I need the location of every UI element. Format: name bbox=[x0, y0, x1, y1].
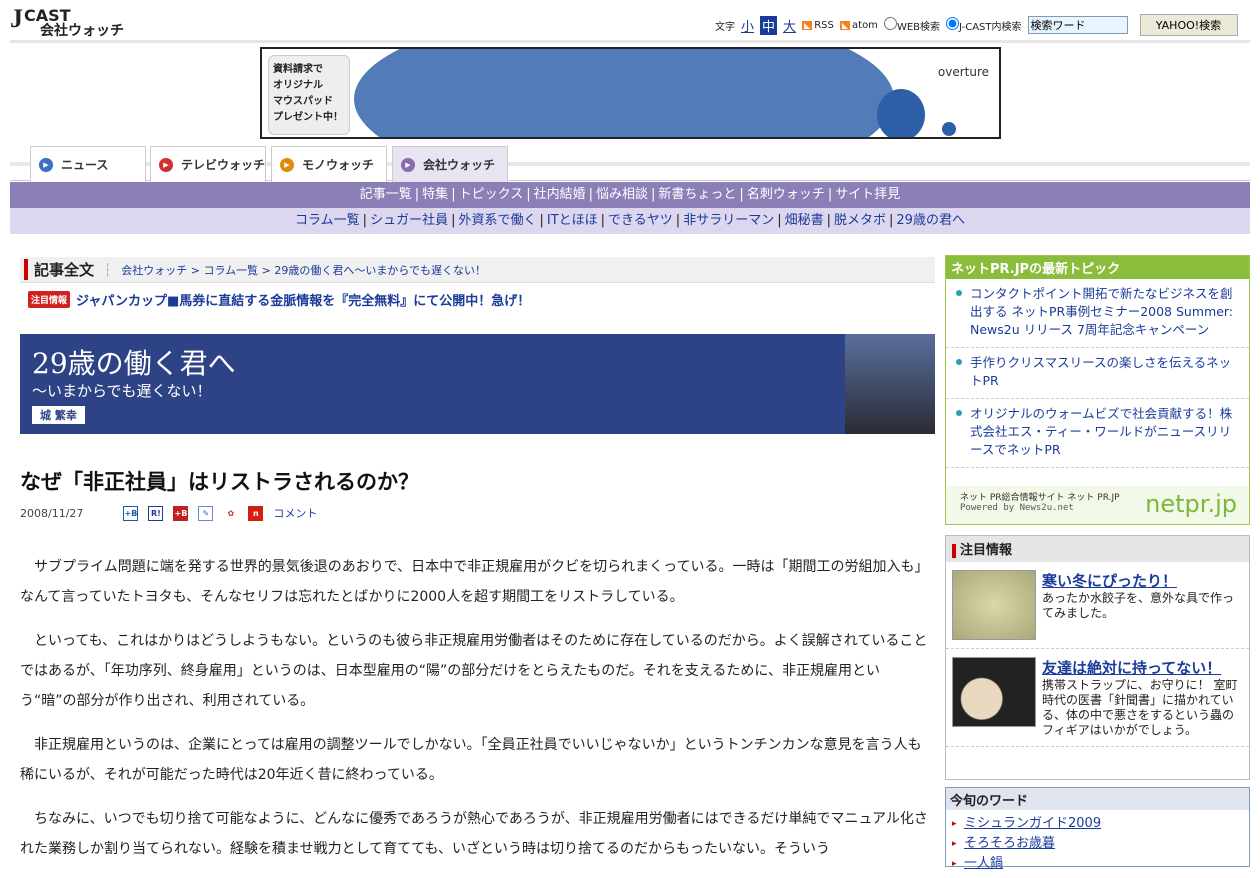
section-title: 記事全文 bbox=[24, 259, 94, 280]
paragraph: ちなみに、いつでも切り捨て可能なように、どんなに優秀であろうが熱心であろうが、非… bbox=[20, 811, 928, 857]
paragraph: サブプライム問題に端を発する世界的景気後退のあおりで、日本中で非正規雇用がクビを… bbox=[20, 559, 929, 605]
share-icon[interactable]: ✿ bbox=[223, 506, 238, 521]
netpr-item[interactable]: オリジナルのウォームビズで社会貢献する！株式会社エス・ティー・ワールドがニュース… bbox=[946, 399, 1249, 468]
font-large[interactable]: 大 bbox=[783, 16, 796, 35]
hot-heading: 注目情報 bbox=[960, 543, 1013, 558]
nav-item[interactable]: 社内結婚 bbox=[531, 187, 589, 202]
rss-link[interactable]: ◣ RSS bbox=[802, 20, 834, 31]
play-icon: ▶ bbox=[401, 157, 415, 172]
font-size-label: 文字 bbox=[715, 21, 735, 33]
buzzurl-icon[interactable]: +B bbox=[123, 505, 139, 521]
paragraph: といっても、これはかりはどうしようもない。というのも彼ら非正規雇用労働者はそのた… bbox=[20, 633, 928, 709]
play-icon: ▶ bbox=[280, 157, 294, 172]
nav-item[interactable]: トピックス bbox=[456, 187, 527, 202]
tab-tv-watch[interactable]: ▶ テレビウォッチ bbox=[150, 146, 266, 182]
netpr-item[interactable]: 手作りクリスマスリースの楽しさを伝えるネットPR bbox=[946, 348, 1249, 399]
nav-item[interactable]: 外資系で働く bbox=[455, 213, 539, 228]
dumpling-thumbnail[interactable] bbox=[952, 570, 1036, 640]
site-tabs: ▶ ニュース ▶ テレビウォッチ ▶ モノウォッチ ▶ 会社ウォッチ bbox=[10, 146, 1250, 182]
play-icon: ▶ bbox=[159, 157, 173, 172]
trending-words: 今旬のワード ミシュランガイド2009 そろそろお歳暮 一人鍋 bbox=[945, 787, 1250, 874]
nav-item[interactable]: 悩み相談 bbox=[593, 187, 651, 202]
nav-item[interactable]: 脱メタボ bbox=[831, 213, 889, 228]
font-small[interactable]: 小 bbox=[741, 16, 754, 35]
jcast-search-radio[interactable]: J-CAST内検索 bbox=[946, 17, 1022, 33]
column-subtitle: ～いまからでも遅くない！ bbox=[32, 382, 212, 400]
netpr-footer[interactable]: ネット PR総合情報サイト ネット PR.JP Powered by News2… bbox=[946, 486, 1249, 524]
tab-kaisha-watch[interactable]: ▶ 会社ウォッチ bbox=[392, 146, 508, 182]
notice[interactable]: 注目情報 ジャパンカップ■馬券に直結する金脈情報を『完全無料』にて公開中！急げ！ bbox=[28, 290, 530, 309]
hot-item[interactable]: 寒い冬にぴったり！ あったか水餃子を、意外な具で作ってみました。 bbox=[946, 562, 1249, 649]
figure-thumbnail[interactable] bbox=[952, 657, 1036, 727]
hatena-icon[interactable]: +B bbox=[173, 505, 189, 521]
column-author: 城 繁幸 bbox=[32, 406, 85, 424]
hot-info: 注目情報 寒い冬にぴったり！ あったか水餃子を、意外な具で作ってみました。 友達は… bbox=[945, 535, 1250, 780]
ad-circle-small bbox=[942, 122, 956, 136]
rss-icon: ◣ bbox=[802, 20, 813, 30]
ad-text: 資料請求で オリジナル マウスパッド プレゼント中！ bbox=[268, 55, 350, 135]
atom-link[interactable]: ◣ atom bbox=[839, 20, 878, 31]
nav-item[interactable]: 特集 bbox=[419, 187, 451, 202]
author-photo bbox=[845, 334, 935, 434]
column-banner: 29歳の働く君へ ～いまからでも遅くない！ 城 繁幸 bbox=[20, 334, 935, 434]
notice-badge: 注目情報 bbox=[28, 291, 71, 308]
nav-item[interactable]: 29歳の君へ bbox=[893, 213, 968, 228]
pencil-icon[interactable]: ✎ bbox=[198, 505, 214, 521]
article-date: 2008/11/27 bbox=[20, 506, 84, 520]
paragraph: 非正規雇用というのは、企業にとっては雇用の調整ツールでしかない。「全員正社員でい… bbox=[20, 737, 922, 783]
nav-item[interactable]: 記事一覧 bbox=[357, 187, 415, 202]
netpr-topics: ネットPR.JPの最新トピック コンタクトポイント開拓で新たなビジネスを創出する… bbox=[945, 255, 1250, 525]
ad-banner[interactable]: 資料請求で オリジナル マウスパッド プレゼント中！ overture bbox=[260, 47, 1001, 139]
clip-icon[interactable]: R! bbox=[148, 505, 164, 521]
article-meta: 2008/11/27 +B R! +B ✎ ✿ n コメント bbox=[20, 505, 317, 521]
breadcrumb-bar: 記事全文 ┆ 会社ウォッチ > コラム一覧 > 29歳の働く君へ～いまからでも遅く… bbox=[20, 257, 935, 283]
hot-item[interactable]: 友達は絶対に持ってない！ 携帯ストラップに、お守りに！ 室町時代の医書「針聞書」に… bbox=[946, 649, 1249, 747]
tab-news[interactable]: ▶ ニュース bbox=[30, 146, 146, 182]
font-medium[interactable]: 中 bbox=[760, 15, 778, 35]
article-body: サブプライム問題に端を発する世界的景気後退のあおりで、日本中で非正規雇用がクビを… bbox=[20, 552, 935, 878]
nav-item[interactable]: できるヤツ bbox=[605, 213, 676, 228]
words-heading: 今旬のワード bbox=[946, 788, 1249, 810]
nav-item[interactable]: コラム一覧 bbox=[292, 213, 363, 228]
nav-item[interactable]: サイト拝見 bbox=[832, 187, 903, 202]
yahoo-search-button[interactable]: YAHOO!検索 bbox=[1139, 14, 1238, 36]
column-title: 29歳の働く君へ bbox=[32, 347, 236, 380]
word-item: ミシュランガイド2009 bbox=[946, 814, 1249, 834]
atom-icon: ◣ bbox=[839, 20, 851, 30]
word-item: そろそろお歳暮 bbox=[946, 834, 1249, 854]
web-search-radio[interactable]: WEB検索 bbox=[883, 17, 940, 33]
netpr-heading: ネットPR.JPの最新トピック bbox=[946, 256, 1249, 279]
ad-brand: overture bbox=[937, 65, 989, 79]
nav-item[interactable]: 新書ちょっと bbox=[655, 187, 739, 202]
ad-circle bbox=[877, 89, 925, 137]
header-utilities: 文字 小 中 大 ◣RSS ◣atom WEB検索 J-CAST内検索 YAHO… bbox=[715, 14, 1238, 36]
nav-item[interactable]: 非サラリーマン bbox=[680, 213, 777, 228]
primary-subnav: 記事一覧 | 特集 | トピックス | 社内結婚 | 悩み相談 | 新書ちょっと | 名刺ウォッチ | サイ… bbox=[10, 182, 1250, 208]
column-subnav: コラム一覧 | シュガー社員 | 外資系で働く | ITとほほ | できるヤツ | 非サラリーマン |… bbox=[10, 208, 1250, 234]
comment-link[interactable]: コメント bbox=[273, 505, 317, 521]
tab-mono-watch[interactable]: ▶ モノウォッチ bbox=[271, 146, 387, 182]
search-input[interactable] bbox=[1027, 16, 1128, 34]
site-logo[interactable]: J CAST 会社ウォッチ bbox=[10, 6, 124, 39]
netpr-logo: netpr.jp bbox=[1145, 490, 1237, 518]
newsing-icon[interactable]: n bbox=[248, 505, 264, 521]
breadcrumb[interactable]: 会社ウォッチ > コラム一覧 > 29歳の働く君へ～いまからでも遅くない！ bbox=[121, 262, 486, 278]
ad-graphic bbox=[354, 49, 894, 137]
nav-item[interactable]: シュガー社員 bbox=[367, 213, 451, 228]
notice-link[interactable]: ジャパンカップ■馬券に直結する金脈情報を『完全無料』にて公開中！急げ！ bbox=[76, 290, 530, 309]
nav-item[interactable]: 名刺ウォッチ bbox=[744, 187, 828, 202]
article-title: なぜ「非正社員」はリストラされるのか？ bbox=[20, 470, 419, 494]
play-icon: ▶ bbox=[39, 157, 53, 172]
nav-item[interactable]: ITとほほ bbox=[544, 213, 601, 228]
word-item: 一人鍋 bbox=[946, 854, 1249, 874]
nav-item[interactable]: 畑秘書 bbox=[782, 213, 827, 228]
header-divider bbox=[10, 40, 1250, 43]
netpr-item[interactable]: コンタクトポイント開拓で新たなビジネスを創出する ネットPR事例セミナー2008… bbox=[946, 279, 1249, 348]
